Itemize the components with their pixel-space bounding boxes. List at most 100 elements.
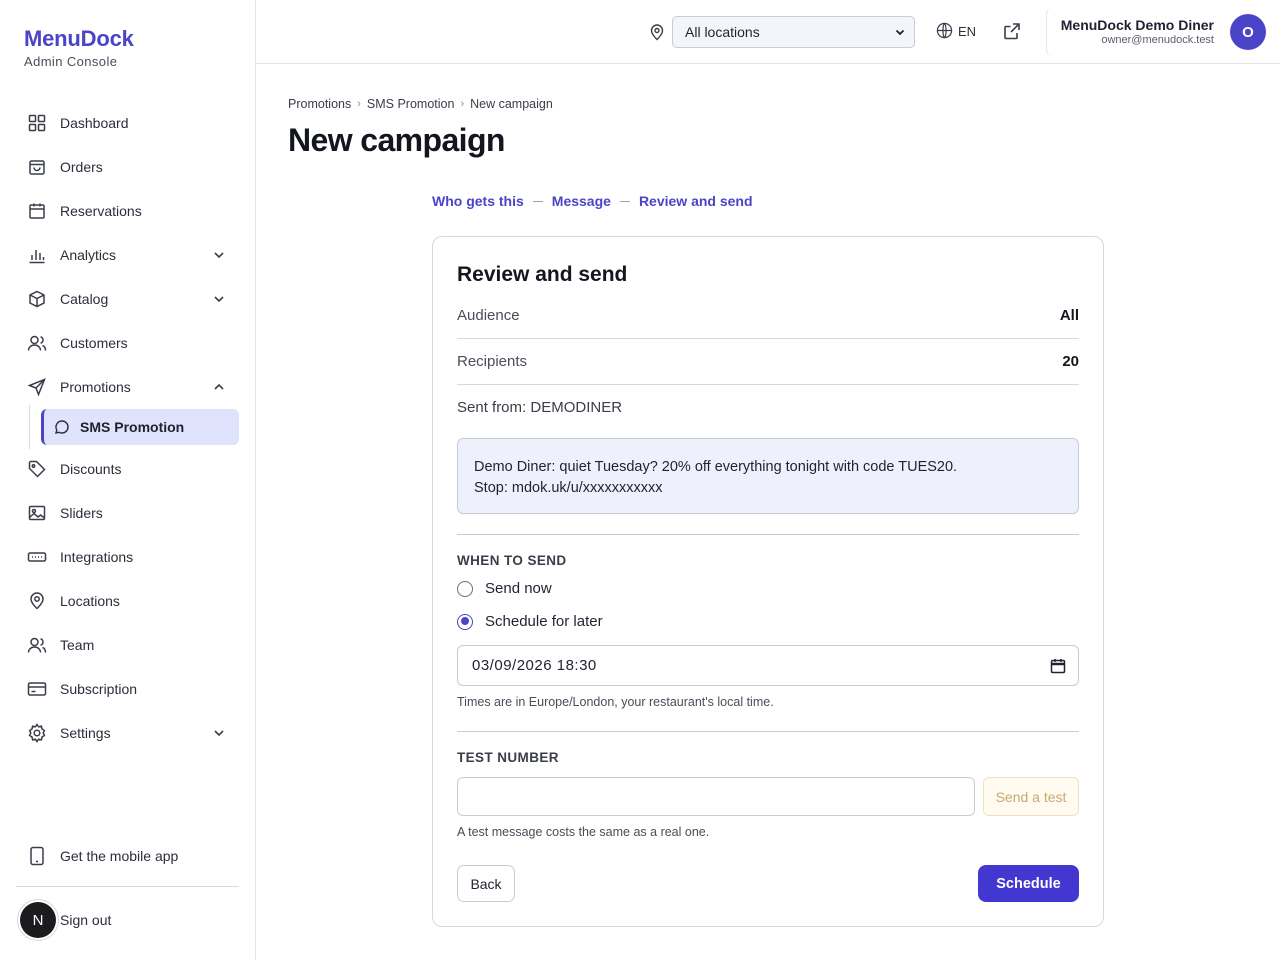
schedule-later-option[interactable]: Schedule for later [457, 613, 603, 630]
brand[interactable]: MenuDock Admin Console [24, 26, 134, 69]
language-label: EN [958, 23, 977, 39]
audience-row: Audience All [457, 293, 1079, 339]
breadcrumb: Promotions › SMS Promotion › New campaig… [288, 97, 553, 111]
sidebar-item-settings[interactable]: Settings [16, 711, 239, 755]
section-divider [457, 731, 1079, 732]
sidebar-item-label: Promotions [60, 379, 131, 395]
step-message[interactable]: Message [552, 193, 611, 209]
audience-value: All [1059, 307, 1079, 324]
image-icon [26, 502, 48, 524]
send-test-button[interactable]: Send a test [983, 777, 1079, 816]
credit-card-icon [26, 678, 48, 700]
smartphone-icon [26, 845, 48, 867]
sidebar-item-label: Locations [60, 593, 120, 609]
sign-out-label: Sign out [60, 912, 112, 928]
sidebar-item-catalog[interactable]: Catalog [16, 277, 239, 321]
sidebar-item-reservations[interactable]: Reservations [16, 189, 239, 233]
recipients-row: Recipients 20 [457, 339, 1079, 385]
map-pin-icon [649, 23, 667, 41]
sidebar-item-subscription[interactable]: Subscription [16, 667, 239, 711]
review-card: Review and send Audience All Recipients … [432, 236, 1104, 927]
sidebar-item-label: Settings [60, 725, 111, 741]
sidebar-subitem-label: SMS Promotion [80, 419, 185, 435]
step-separator [619, 200, 630, 202]
sidebar-item-label: Customers [60, 335, 128, 351]
sidebar-divider [16, 886, 239, 887]
timezone-hint: Times are in Europe/London, your restaur… [457, 695, 774, 709]
message-line: Stop: mdok.uk/u/xxxxxxxxxxx [474, 480, 663, 496]
back-button[interactable]: Back [457, 865, 515, 902]
chevron-down-icon[interactable] [211, 291, 227, 307]
external-link-icon[interactable] [1002, 21, 1024, 43]
location-select-value: All locations [685, 24, 760, 40]
users-icon [26, 332, 48, 354]
gear-icon [26, 722, 48, 744]
schedule-datetime-input[interactable]: 03/09/2026 18:30 [457, 645, 1079, 686]
topbar: All locations EN MenuDock Demo Diner own… [256, 0, 1280, 64]
sidebar-item-team[interactable]: Team [16, 623, 239, 667]
plug-icon [26, 546, 48, 568]
user-email: owner@menudock.test [1101, 34, 1214, 46]
team-icon [26, 634, 48, 656]
chevron-down-icon [894, 26, 906, 38]
sidebar-item-label: Catalog [60, 291, 109, 307]
chevron-down-icon[interactable] [211, 247, 227, 263]
sidebar-item-dashboard[interactable]: Dashboard [16, 101, 239, 145]
send-now-option[interactable]: Send now [457, 580, 552, 597]
datetime-value: 03/09/2026 18:30 [472, 657, 597, 674]
brand-subtitle: Admin Console [24, 54, 118, 69]
sidebar-item-discounts[interactable]: Discounts [16, 447, 239, 491]
breadcrumb-separator: › [460, 98, 465, 110]
page-title: New campaign [288, 122, 505, 158]
shopping-bag-icon [26, 156, 48, 178]
tag-icon [26, 458, 48, 480]
sidebar-bottom: Get the mobile app [16, 834, 239, 878]
sidebar-item-label: Analytics [60, 247, 117, 263]
map-pin-icon [26, 590, 48, 612]
sidebar-item-label: Team [60, 637, 95, 653]
breadcrumb-current: New campaign [470, 97, 553, 111]
brand-name: MenuDock [24, 26, 134, 51]
globe-icon [936, 22, 954, 40]
step-who-gets-this[interactable]: Who gets this [432, 193, 524, 209]
box-icon [26, 288, 48, 310]
language-switcher[interactable]: EN [936, 22, 976, 40]
avatar: O [1230, 14, 1266, 50]
sidebar-item-orders[interactable]: Orders [16, 145, 239, 189]
step-review-and-send[interactable]: Review and send [639, 193, 753, 209]
location-select[interactable]: All locations [672, 16, 915, 48]
sidebar-item-locations[interactable]: Locations [16, 579, 239, 623]
schedule-later-radio[interactable] [457, 613, 473, 630]
sidebar-subitem-sms-promotion[interactable]: SMS Promotion [29, 405, 239, 449]
calendar-icon[interactable] [1050, 658, 1066, 674]
sidebar-item-label: Integrations [60, 549, 134, 565]
wizard-steps: Who gets this Message Review and send [432, 193, 753, 209]
breadcrumb-promotions[interactable]: Promotions [288, 97, 351, 111]
user-menu[interactable]: MenuDock Demo Diner owner@menudock.test … [1046, 8, 1266, 56]
sidebar-item-label: Dashboard [60, 115, 129, 131]
breadcrumb-sms-promotion[interactable]: SMS Promotion [367, 97, 455, 111]
sign-out-button[interactable]: N Sign out [20, 902, 111, 938]
chevron-up-icon[interactable] [211, 379, 227, 395]
chevron-down-icon[interactable] [211, 725, 227, 741]
schedule-later-label: Schedule for later [485, 613, 603, 630]
sidebar-item-promotions[interactable]: Promotions [16, 365, 239, 409]
sidebar-item-sliders[interactable]: Sliders [16, 491, 239, 535]
message-circle-icon [54, 419, 70, 435]
sidebar-item-analytics[interactable]: Analytics [16, 233, 239, 277]
recipients-value: 20 [1062, 353, 1079, 370]
sidebar-nav: Dashboard Orders Reservations Analytics … [16, 101, 239, 755]
get-mobile-app-link[interactable]: Get the mobile app [16, 834, 239, 878]
sidebar-item-customers[interactable]: Customers [16, 321, 239, 365]
calendar-icon [26, 200, 48, 222]
sidebar-item-label: Sliders [60, 505, 103, 521]
message-line: Demo Diner: quiet Tuesday? 20% off every… [474, 459, 958, 475]
schedule-button[interactable]: Schedule [978, 865, 1079, 902]
grid-icon [26, 112, 48, 134]
sidebar-item-label: Orders [60, 159, 103, 175]
sidebar-item-integrations[interactable]: Integrations [16, 535, 239, 579]
send-now-radio[interactable] [457, 580, 473, 597]
test-number-input[interactable] [457, 777, 975, 816]
section-divider [457, 534, 1079, 535]
card-title: Review and send [457, 263, 628, 286]
